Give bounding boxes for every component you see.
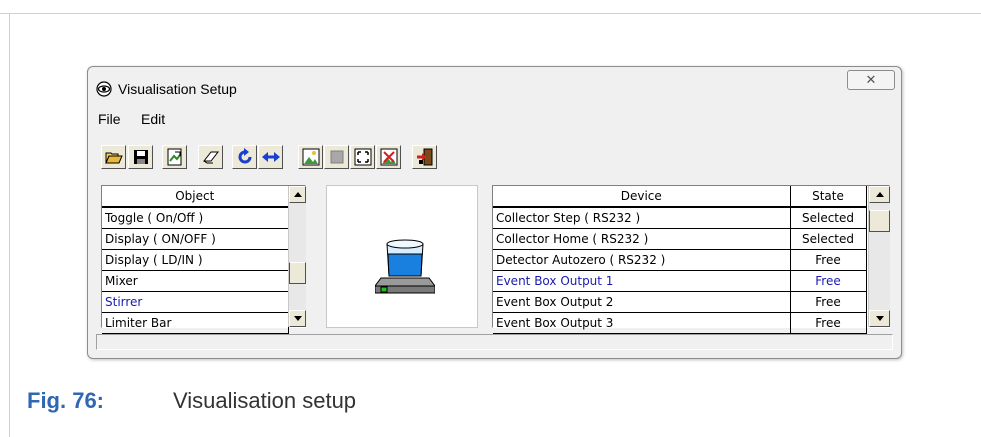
- stop-icon: [330, 150, 343, 164]
- figure-number: Fig. 76:: [27, 388, 105, 413]
- device-name: Event Box Output 1: [493, 270, 791, 292]
- page-frame-top: [0, 13, 981, 14]
- device-row[interactable]: Collector Step ( RS232 ) Selected: [493, 207, 867, 229]
- arrow-up-icon: [875, 192, 884, 197]
- save-button[interactable]: [128, 145, 153, 169]
- device-row[interactable]: Event Box Output 2 Free: [493, 291, 867, 313]
- status-bar: [96, 334, 893, 350]
- eraser-button[interactable]: [198, 145, 223, 169]
- open-icon: [104, 152, 123, 164]
- object-table: Object Toggle ( On/Off ) Display ( ON/OFF…: [102, 186, 289, 334]
- object-label: Mixer: [102, 270, 289, 292]
- page-frame-left: [9, 13, 10, 437]
- stirrer-icon: [375, 239, 435, 294]
- device-scrollbar[interactable]: [868, 186, 890, 327]
- export-button[interactable]: [162, 145, 187, 169]
- scroll-thumb[interactable]: [289, 262, 306, 284]
- menu-edit[interactable]: Edit: [141, 111, 165, 127]
- device-state: Selected: [790, 228, 867, 250]
- object-column-header[interactable]: Object: [102, 186, 289, 208]
- arrow-up-icon: [293, 192, 302, 197]
- visualisation-setup-window: Visualisation Setup ✕ File Edit Object T…: [87, 66, 902, 359]
- title-bar: Visualisation Setup ✕: [88, 67, 901, 107]
- device-row[interactable]: Collector Home ( RS232 ) Selected: [493, 228, 867, 250]
- refresh-button[interactable]: [232, 145, 257, 169]
- device-column-header[interactable]: Device: [493, 186, 791, 208]
- object-label: Limiter Bar: [102, 312, 289, 334]
- device-state: Free: [790, 312, 867, 334]
- export-icon: [167, 148, 181, 166]
- object-preview: [326, 185, 478, 328]
- fit-icon: [354, 148, 371, 166]
- swap-button[interactable]: [258, 145, 283, 169]
- close-icon: ✕: [865, 72, 877, 87]
- device-name: Event Box Output 2: [493, 291, 791, 313]
- object-label: Display ( ON/OFF ): [102, 228, 289, 250]
- figure-caption: Fig. 76: Visualisation setup: [27, 388, 356, 414]
- scroll-up-button[interactable]: [289, 186, 306, 203]
- scroll-down-button[interactable]: [869, 310, 890, 327]
- device-row[interactable]: Event Box Output 3 Free: [493, 312, 867, 334]
- device-name: Collector Step ( RS232 ): [493, 207, 791, 229]
- object-row[interactable]: Toggle ( On/Off ): [102, 207, 289, 229]
- device-state: Free: [790, 291, 867, 313]
- device-row[interactable]: Event Box Output 1 Free: [493, 270, 867, 292]
- object-row[interactable]: Mixer: [102, 270, 289, 292]
- close-button[interactable]: ✕: [847, 70, 895, 90]
- object-label: Toggle ( On/Off ): [102, 207, 289, 229]
- object-row[interactable]: Limiter Bar: [102, 312, 289, 334]
- device-name: Event Box Output 3: [493, 312, 791, 334]
- eye-icon: [96, 81, 112, 97]
- state-column-header[interactable]: State: [790, 186, 867, 208]
- object-label: Stirrer: [102, 291, 289, 313]
- swap-icon: [261, 152, 280, 162]
- exit-button[interactable]: [412, 145, 437, 169]
- device-list-panel: Device State Collector Step ( RS232 ) Sel…: [492, 185, 890, 334]
- save-icon: [133, 150, 148, 164]
- menu-file[interactable]: File: [98, 111, 121, 127]
- object-scrollbar[interactable]: [288, 186, 306, 327]
- delete-image-icon: [380, 148, 397, 166]
- exit-icon: [416, 148, 432, 166]
- image-icon: [302, 148, 319, 166]
- object-row[interactable]: Stirrer: [102, 291, 289, 313]
- figure-caption-text: Visualisation setup: [173, 388, 357, 413]
- scroll-down-button[interactable]: [289, 310, 306, 327]
- device-state: Selected: [790, 207, 867, 229]
- window-title: Visualisation Setup: [118, 81, 237, 97]
- arrow-down-icon: [875, 316, 884, 321]
- object-list-panel: Object Toggle ( On/Off ) Display ( ON/OFF…: [101, 185, 306, 334]
- eraser-icon: [202, 151, 219, 164]
- device-state: Free: [790, 249, 867, 271]
- device-state: Free: [790, 270, 867, 292]
- scroll-thumb[interactable]: [869, 210, 890, 232]
- delete-image-button[interactable]: [376, 145, 401, 169]
- object-row[interactable]: Display ( ON/OFF ): [102, 228, 289, 250]
- refresh-icon: [238, 148, 251, 164]
- device-table: Device State Collector Step ( RS232 ) Sel…: [493, 186, 867, 334]
- device-row[interactable]: Detector Autozero ( RS232 ) Free: [493, 249, 867, 271]
- device-name: Detector Autozero ( RS232 ): [493, 249, 791, 271]
- object-row[interactable]: Display ( LD/IN ): [102, 249, 289, 271]
- stop-button[interactable]: [324, 145, 349, 169]
- fit-button[interactable]: [350, 145, 375, 169]
- object-label: Display ( LD/IN ): [102, 249, 289, 271]
- image-button[interactable]: [298, 145, 323, 169]
- open-button[interactable]: [101, 145, 126, 169]
- arrow-down-icon: [293, 316, 302, 321]
- device-name: Collector Home ( RS232 ): [493, 228, 791, 250]
- scroll-up-button[interactable]: [869, 186, 890, 203]
